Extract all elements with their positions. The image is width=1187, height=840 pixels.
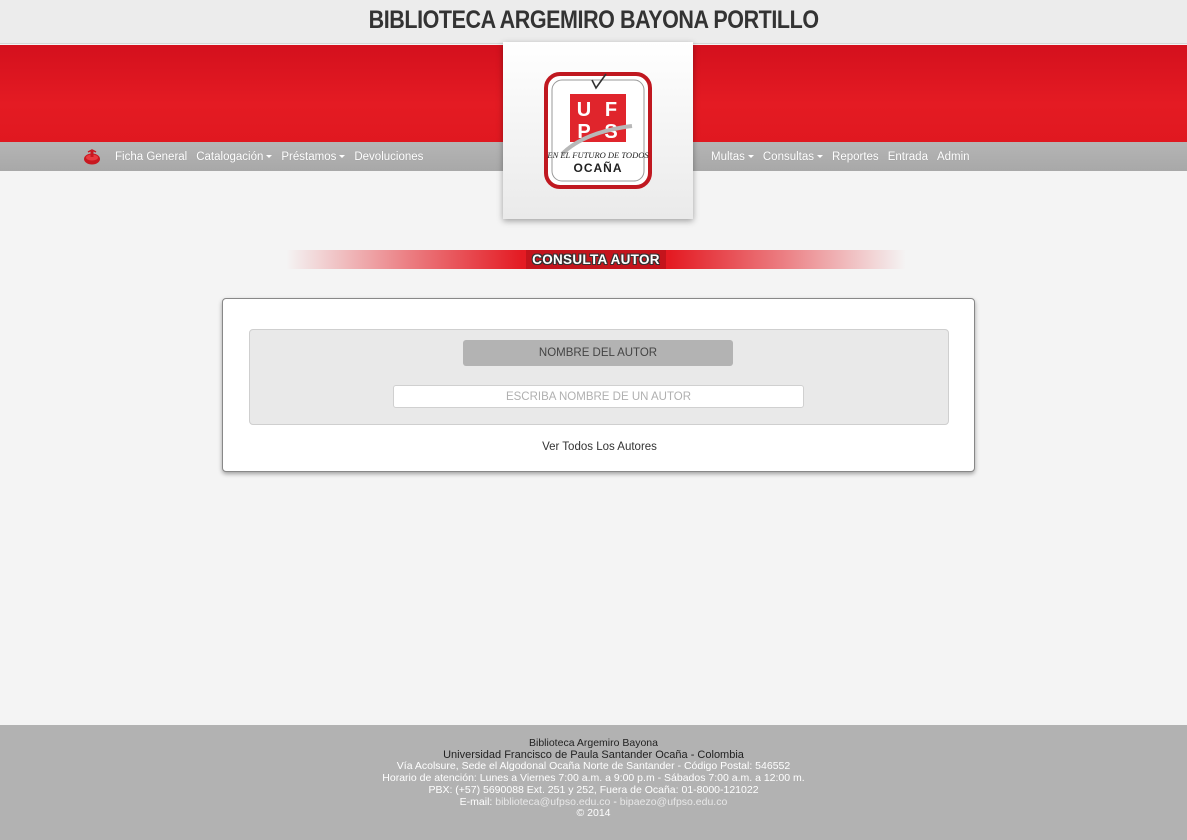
footer-library-name: Biblioteca Argemiro Bayona [529, 737, 658, 749]
nav-reportes-label: Reportes [832, 150, 879, 163]
nav-entrada[interactable]: Entrada [888, 151, 928, 163]
nav-left-group: Ficha General Catalogación Préstamos Dev… [82, 142, 423, 171]
nav-multas[interactable]: Multas [711, 151, 754, 163]
nav-entrada-label: Entrada [887, 150, 928, 163]
search-panel: NOMBRE DEL AUTOR [249, 329, 949, 425]
footer-email-link-1[interactable]: biblioteca@ufpso.edu.co [495, 796, 610, 808]
nav-right-group: Multas Consultas Reportes Entrada Admin [711, 142, 970, 171]
nav-multas-label: Multas [711, 150, 745, 163]
chevron-down-icon [339, 154, 346, 158]
nav-ficha-general[interactable]: Ficha General [115, 151, 187, 163]
section-banner: CONSULTA AUTOR [286, 250, 906, 269]
section-title: CONSULTA AUTOR [526, 250, 666, 269]
nav-catalogacion-label: Catalogación [196, 150, 264, 163]
nav-devoluciones[interactable]: Devoluciones [354, 151, 423, 163]
nav-reportes[interactable]: Reportes [832, 151, 879, 163]
footer-copyright: © 2014 [576, 807, 611, 820]
footer: Biblioteca Argemiro Bayona Universidad F… [0, 725, 1187, 840]
nav-admin[interactable]: Admin [937, 151, 970, 163]
top-bar: BIBLIOTECA ARGEMIRO BAYONA PORTILLO [0, 0, 1187, 44]
author-search-input[interactable] [393, 385, 804, 408]
chevron-down-icon [266, 154, 273, 158]
nav-catalogacion[interactable]: Catalogación [196, 150, 273, 163]
nav-consultas[interactable]: Consultas [762, 150, 824, 163]
author-search-card: NOMBRE DEL AUTOR Ver Todos Los Autores [222, 298, 975, 472]
nav-admin-label: Admin [936, 150, 970, 163]
nav-consultas-label: Consultas [762, 150, 815, 163]
author-name-label: NOMBRE DEL AUTOR [463, 340, 733, 366]
logo-letter-f: F [605, 99, 617, 121]
nav-prestamos[interactable]: Préstamos [281, 150, 346, 163]
chevron-down-icon [747, 154, 754, 158]
nav-ficha-general-label: Ficha General [115, 150, 188, 163]
logo-letter-u: U [577, 99, 591, 121]
nav-prestamos-label: Préstamos [281, 150, 337, 163]
footer-email-separator: - [610, 795, 620, 808]
library-logo-icon[interactable] [82, 148, 102, 165]
logo-city: OCAÑA [574, 160, 623, 175]
logo-slogan: EN EL FUTURO DE TODOS [546, 150, 649, 160]
chevron-down-icon [817, 154, 824, 158]
footer-email-prefix: E-mail: [459, 795, 496, 808]
ufps-emblem-icon: U F P S EN EL FUTURO DE TODOS OCAÑA [544, 72, 652, 189]
nav-devoluciones-label: Devoluciones [354, 150, 424, 163]
site-title: BIBLIOTECA ARGEMIRO BAYONA PORTILLO [368, 6, 819, 34]
view-all-authors-link[interactable]: Ver Todos Los Autores [223, 441, 976, 453]
university-logo[interactable]: U F P S EN EL FUTURO DE TODOS OCAÑA [503, 42, 693, 219]
footer-email-link-2[interactable]: bipaezo@ufpso.edu.co [620, 796, 728, 808]
